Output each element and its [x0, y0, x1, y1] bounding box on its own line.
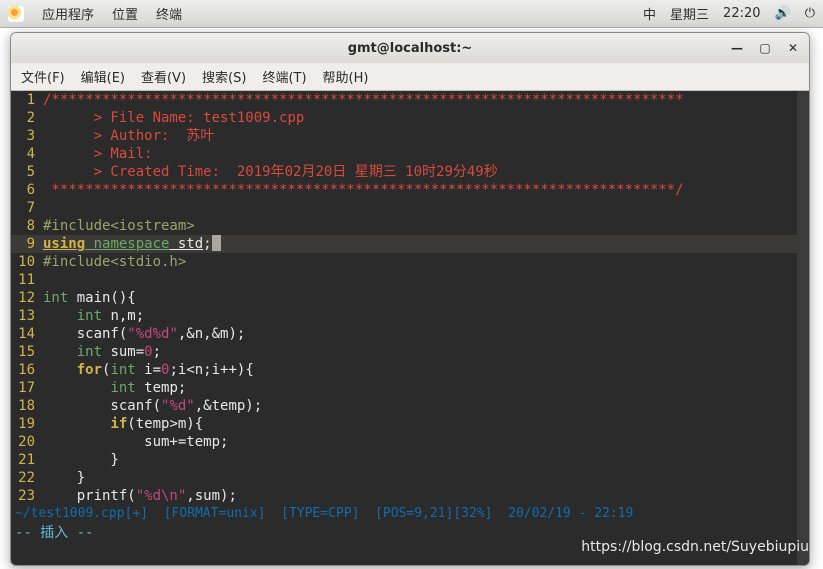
- menu-edit[interactable]: 编辑(E): [81, 67, 125, 86]
- terminal-menubar: 文件(F) 编辑(E) 查看(V) 搜索(S) 终端(T) 帮助(H): [11, 63, 809, 91]
- panel-places[interactable]: 位置: [112, 4, 138, 23]
- menu-file[interactable]: 文件(F): [21, 67, 65, 86]
- panel-applications[interactable]: 应用程序: [42, 4, 94, 23]
- vim-editor-area[interactable]: 1/**************************************…: [11, 91, 809, 565]
- menu-search[interactable]: 搜索(S): [202, 67, 246, 86]
- menu-terminal[interactable]: 终端(T): [262, 67, 306, 86]
- scrollbar[interactable]: [797, 91, 809, 565]
- window-titlebar[interactable]: gmt@localhost:~ — ▢ ✕: [11, 33, 809, 63]
- clock-time: 22:20: [723, 6, 760, 21]
- clock-day: 星期三: [670, 4, 709, 23]
- close-button[interactable]: ✕: [783, 38, 803, 58]
- power-icon[interactable]: ⏻: [805, 6, 815, 21]
- activities-icon[interactable]: [8, 6, 24, 22]
- input-method-indicator[interactable]: 中: [643, 4, 656, 23]
- menu-view[interactable]: 查看(V): [141, 67, 186, 86]
- terminal-window: gmt@localhost:~ — ▢ ✕ 文件(F) 编辑(E) 查看(V) …: [10, 32, 810, 566]
- panel-terminal[interactable]: 终端: [156, 4, 182, 23]
- volume-icon[interactable]: 🔊: [775, 6, 791, 21]
- minimize-button[interactable]: —: [727, 38, 747, 58]
- window-title: gmt@localhost:~: [348, 41, 473, 56]
- gnome-top-panel: 应用程序 位置 终端 中 星期三 22:20 🔊 ⏻: [0, 0, 823, 28]
- menu-help[interactable]: 帮助(H): [323, 67, 369, 86]
- text-cursor: [212, 235, 221, 251]
- vim-statusline: ~/test1009.cpp[+] [FORMAT=unix] [TYPE=CP…: [11, 505, 809, 523]
- watermark-text: https://blog.csdn.net/Suyebiupiu: [581, 539, 809, 555]
- maximize-button[interactable]: ▢: [755, 38, 775, 58]
